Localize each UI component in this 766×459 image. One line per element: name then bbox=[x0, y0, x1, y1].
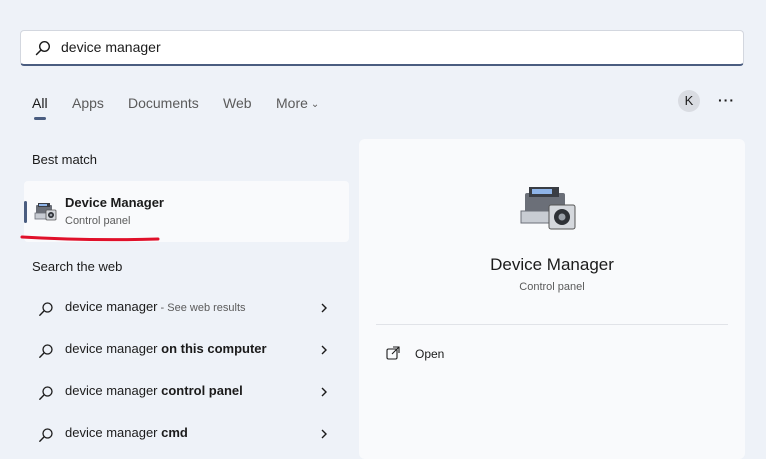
search-icon bbox=[35, 40, 51, 61]
web-result-text: device manager on this computer bbox=[65, 341, 267, 356]
best-match-subtitle: Control panel bbox=[65, 215, 131, 227]
best-match-title: Device Manager bbox=[65, 195, 164, 210]
web-result-bold: control panel bbox=[161, 383, 243, 398]
web-result-row[interactable]: device manager cmd bbox=[24, 417, 349, 451]
web-result-text: device manager - See web results bbox=[65, 299, 246, 314]
tab-all[interactable]: All bbox=[32, 95, 48, 111]
web-result-query: device manager bbox=[65, 383, 162, 398]
chevron-down-icon: ⌄ bbox=[310, 99, 320, 110]
web-result-row[interactable]: device manager control panel bbox=[24, 375, 349, 409]
web-result-bold: cmd bbox=[161, 425, 188, 440]
chevron-right-icon bbox=[320, 343, 328, 361]
active-tab-indicator bbox=[34, 117, 46, 120]
web-result-row[interactable]: device manager - See web results bbox=[24, 291, 349, 325]
more-options-icon[interactable]: ··· bbox=[718, 92, 735, 108]
tab-documents[interactable]: Documents bbox=[128, 95, 199, 111]
tab-apps[interactable]: Apps bbox=[72, 95, 104, 111]
result-detail-pane: Device Manager Control panel Open bbox=[359, 139, 745, 459]
search-icon bbox=[38, 427, 54, 448]
tab-more[interactable]: More ⌄ bbox=[276, 95, 319, 111]
web-result-suffix: - See web results bbox=[157, 302, 246, 314]
device-manager-icon bbox=[34, 201, 58, 228]
open-button[interactable]: Open bbox=[386, 344, 506, 366]
best-match-result[interactable]: Device Manager Control panel bbox=[24, 181, 349, 242]
search-box[interactable] bbox=[20, 30, 744, 66]
web-result-row[interactable]: device manager on this computer bbox=[24, 333, 349, 367]
web-result-bold: on this computer bbox=[161, 341, 267, 356]
tab-more-label: More bbox=[276, 95, 308, 111]
search-icon bbox=[38, 385, 54, 406]
web-result-query: device manager bbox=[65, 341, 162, 356]
account-avatar[interactable]: K bbox=[678, 90, 700, 112]
web-result-query: device manager bbox=[65, 299, 158, 314]
chevron-right-icon bbox=[320, 427, 328, 445]
chevron-right-icon bbox=[320, 301, 328, 319]
search-web-heading: Search the web bbox=[32, 259, 123, 274]
open-button-label: Open bbox=[415, 347, 445, 361]
chevron-right-icon bbox=[320, 385, 328, 403]
open-external-icon bbox=[386, 346, 400, 365]
detail-title: Device Manager bbox=[490, 255, 614, 274]
selection-indicator bbox=[24, 201, 27, 223]
tab-web[interactable]: Web bbox=[223, 95, 252, 111]
search-icon bbox=[38, 343, 54, 364]
divider bbox=[376, 324, 728, 325]
search-input[interactable] bbox=[61, 31, 721, 63]
best-match-heading: Best match bbox=[32, 152, 98, 167]
web-result-query: device manager bbox=[65, 425, 162, 440]
search-icon bbox=[38, 301, 54, 322]
device-manager-icon bbox=[519, 183, 579, 238]
web-result-text: device manager control panel bbox=[65, 383, 243, 398]
detail-subtitle: Control panel bbox=[519, 281, 585, 293]
web-result-text: device manager cmd bbox=[65, 425, 188, 440]
